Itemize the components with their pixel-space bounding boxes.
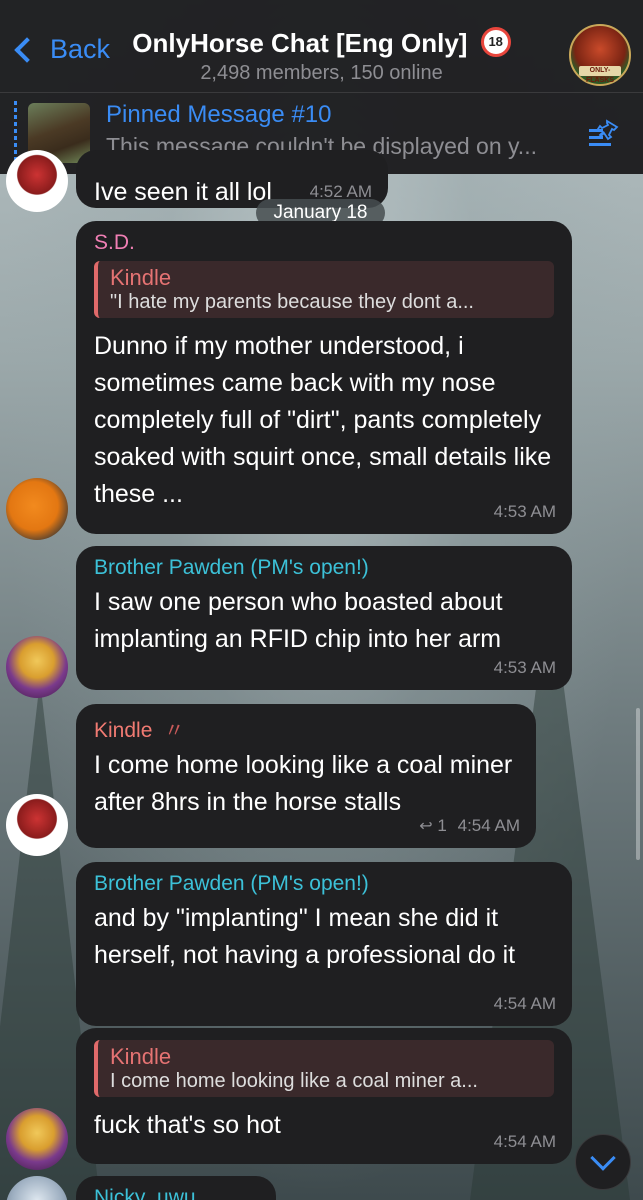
reply-text: "I hate my parents because they dont a..… — [110, 291, 474, 313]
sender-name-text: Kindle — [94, 719, 153, 742]
reply-count: 1 — [437, 816, 447, 835]
message-time: 4:54 AM — [493, 994, 556, 1013]
message-text: I come home looking like a coal miner af… — [94, 751, 513, 816]
group-avatar-ribbon: ONLY-FLASKS — [579, 66, 621, 84]
message-text: I saw one person who boasted about impla… — [94, 588, 503, 653]
scrollbar[interactable] — [636, 708, 640, 860]
avatar-brother-pawden[interactable] — [6, 636, 68, 698]
reply-sender: Kindle — [110, 265, 172, 290]
emoji-status-icon: 〃 — [164, 720, 185, 742]
reply-preview[interactable]: Kindle "I hate my parents because they d… — [94, 261, 554, 318]
sender-name[interactable]: Nicky_uwu — [94, 1186, 258, 1200]
message-bubble[interactable]: Kindle 〃 I come home looking like a coal… — [76, 704, 536, 848]
message-bubble[interactable]: Brother Pawden (PM's open!) and by "impl… — [76, 862, 572, 1026]
scroll-to-bottom-button[interactable] — [575, 1134, 631, 1190]
message-text: Dunno if my mother understood, i sometim… — [94, 332, 552, 508]
message-text: and by "implanting" I mean she did it he… — [94, 904, 516, 969]
pinned-list-icon[interactable] — [587, 119, 621, 147]
avatar-sd[interactable] — [6, 478, 68, 540]
message-time: 4:54 AM — [493, 1132, 556, 1151]
message-bubble[interactable]: Brother Pawden (PM's open!) I saw one pe… — [76, 546, 572, 690]
chevron-down-icon — [590, 1145, 616, 1171]
reply-arrow-icon: ↩ — [419, 818, 433, 835]
pinned-indicator — [14, 101, 17, 165]
message-time: 4:54 AM — [457, 816, 520, 835]
message-bubble[interactable]: S.D. Kindle "I hate my parents because t… — [76, 221, 572, 534]
message-time: 4:53 AM — [493, 658, 556, 677]
sender-name[interactable]: Kindle 〃 — [94, 714, 518, 743]
message-bubble[interactable]: Nicky_uwu — [76, 1176, 276, 1200]
sender-name[interactable]: S.D. — [94, 231, 554, 255]
group-avatar[interactable]: ONLY-FLASKS — [569, 24, 631, 86]
avatar-brother-pawden[interactable] — [6, 1108, 68, 1170]
message-time: 4:53 AM — [493, 502, 556, 521]
sender-name[interactable]: Brother Pawden (PM's open!) — [94, 872, 554, 896]
member-count: 2,498 members, 150 online — [200, 62, 443, 84]
reply-preview[interactable]: Kindle I come home looking like a coal m… — [94, 1040, 554, 1097]
avatar-kindle[interactable] — [6, 794, 68, 856]
sender-name[interactable]: Brother Pawden (PM's open!) — [94, 556, 554, 580]
reply-text: I come home looking like a coal miner a.… — [110, 1070, 478, 1092]
chat-header: Back OnlyHorse Chat [Eng Only] 18 2,498 … — [0, 0, 643, 92]
reply-sender: Kindle — [110, 1044, 172, 1069]
chat-title[interactable]: OnlyHorse Chat [Eng Only] 18 — [0, 27, 643, 60]
message-bubble[interactable]: Kindle I come home looking like a coal m… — [76, 1028, 572, 1164]
message-text: fuck that's so hot — [94, 1111, 281, 1139]
pinned-title: Pinned Message #10 — [106, 101, 332, 128]
age-restricted-icon: 18 — [480, 27, 511, 58]
chat-title-text: OnlyHorse Chat [Eng Only] — [132, 28, 468, 58]
message-meta[interactable]: ↩ 1 4:54 AM — [419, 816, 520, 836]
avatar-kindle[interactable] — [6, 150, 68, 212]
